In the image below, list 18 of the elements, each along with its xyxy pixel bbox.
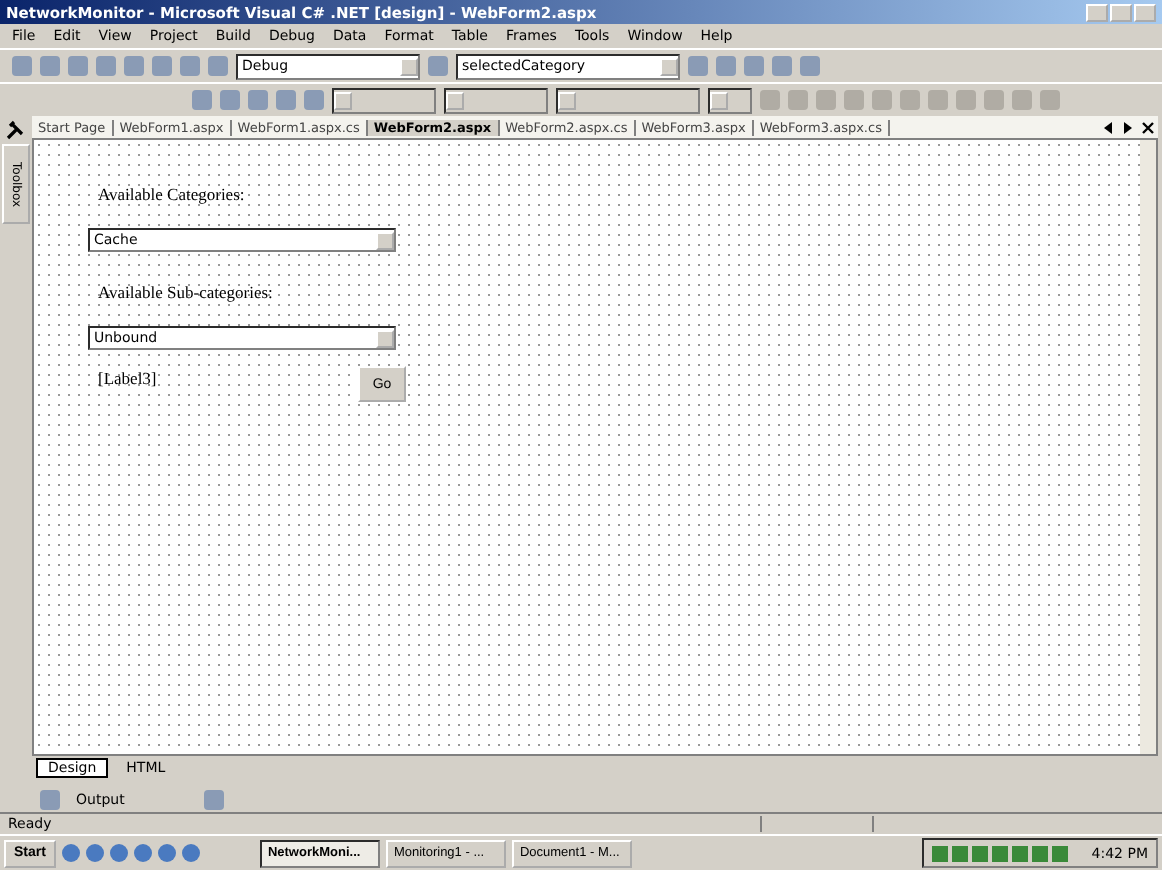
- task-list-icon[interactable]: [40, 790, 60, 810]
- maximize-button[interactable]: [1110, 3, 1132, 21]
- toolbar-icon[interactable]: [428, 56, 448, 76]
- vertical-scrollbar[interactable]: [1140, 140, 1156, 754]
- scroll-right-icon[interactable]: [1122, 121, 1134, 133]
- minimize-button[interactable]: [1086, 3, 1108, 21]
- form-label: Available Categories:: [98, 184, 245, 204]
- panel-icon[interactable]: [204, 790, 224, 810]
- style-dropdown[interactable]: [332, 87, 436, 113]
- form-label: [Label3]: [98, 368, 157, 388]
- scroll-left-icon[interactable]: [1102, 121, 1114, 133]
- font-size-dropdown[interactable]: [708, 87, 752, 113]
- font-dropdown[interactable]: [444, 87, 548, 113]
- form-label: Available Sub-categories:: [98, 282, 273, 302]
- tools-icon[interactable]: [6, 120, 26, 140]
- close-icon[interactable]: [1142, 121, 1154, 133]
- close-button[interactable]: [1134, 3, 1156, 21]
- size-dropdown[interactable]: [556, 87, 700, 113]
